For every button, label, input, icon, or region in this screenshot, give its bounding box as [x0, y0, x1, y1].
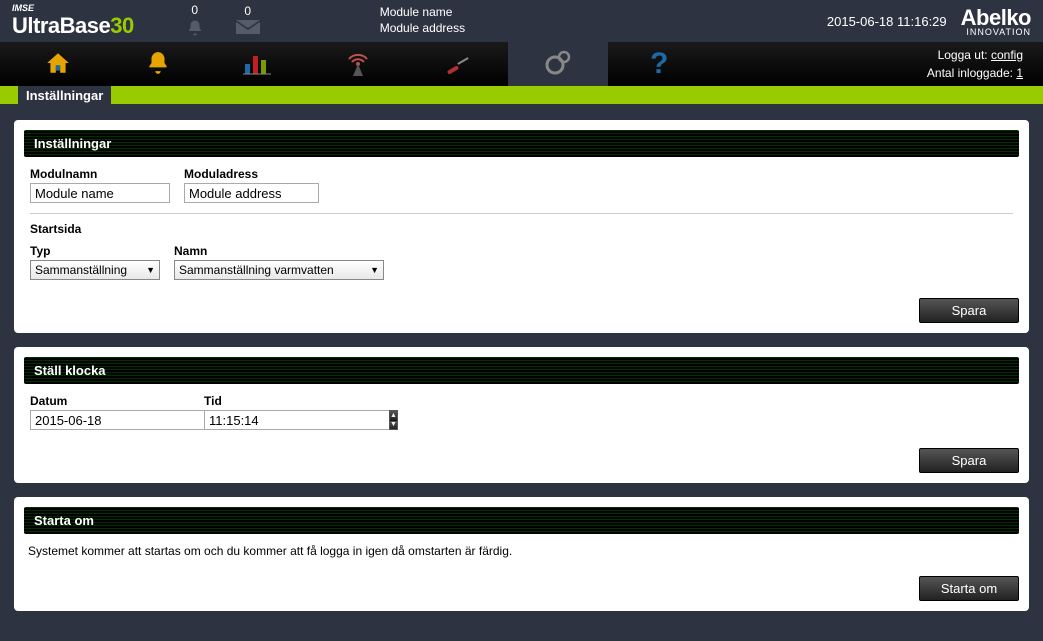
select-namn[interactable]: Sammanställning varmvatten ▼ — [174, 260, 384, 280]
counters: 0 0 — [184, 3, 260, 40]
tid-stepper[interactable]: ▲ ▼ — [389, 410, 398, 430]
label-moduladress: Moduladress — [184, 167, 319, 181]
input-tid[interactable] — [204, 410, 389, 430]
nav-charts[interactable] — [208, 42, 308, 86]
panel-clock: Ställ klocka Datum ▲ ▼ Tid — [14, 347, 1029, 483]
logo-ultra: UltraBase30 — [12, 13, 134, 39]
panel-restart-header: Starta om — [24, 507, 1019, 534]
user-info: Logga ut: config Antal inloggade: 1 — [927, 46, 1043, 82]
module-info: Module name Module address — [380, 5, 465, 36]
logged-in-count[interactable]: 1 — [1016, 66, 1023, 80]
chevron-up-icon[interactable]: ▲ — [390, 411, 397, 421]
nav-network[interactable] — [308, 42, 408, 86]
input-moduladress[interactable] — [184, 183, 319, 203]
nav-home[interactable] — [8, 42, 108, 86]
select-typ-value: Sammanställning — [35, 263, 127, 277]
nav-alerts[interactable] — [108, 42, 208, 86]
counter-alerts-value: 0 — [191, 3, 198, 17]
page-title: Inställningar — [18, 86, 111, 104]
label-startsida: Startsida — [30, 222, 81, 236]
nav-settings[interactable] — [508, 42, 608, 86]
brand-sub: INNOVATION — [961, 27, 1031, 37]
logged-in-label: Antal inloggade: — [927, 66, 1013, 80]
panel-clock-header: Ställ klocka — [24, 357, 1019, 384]
panel-settings: Inställningar Modulnamn Moduladress Star… — [14, 120, 1029, 333]
nav-bar: ? Logga ut: config Antal inloggade: 1 — [0, 42, 1043, 86]
logout-label: Logga ut: — [938, 48, 988, 62]
screwdriver-icon — [443, 50, 473, 79]
brand: Abelko INNOVATION — [961, 5, 1031, 37]
svg-text:?: ? — [650, 48, 668, 78]
panel-restart: Starta om Systemet kommer att startas om… — [14, 497, 1029, 611]
content: Inställningar Modulnamn Moduladress Star… — [0, 104, 1043, 641]
module-name: Module name — [380, 5, 465, 21]
logout-link[interactable]: config — [991, 48, 1023, 62]
counter-mail-value: 0 — [244, 4, 251, 18]
breadcrumb-strip: Inställningar — [0, 86, 1043, 104]
restart-text: Systemet kommer att startas om och du ko… — [24, 534, 1019, 572]
home-icon — [44, 50, 72, 79]
input-datum[interactable] — [30, 410, 215, 430]
datetime: 2015-06-18 11:16:29 — [827, 14, 947, 29]
bars-icon — [243, 50, 273, 79]
save-button[interactable]: Spara — [919, 298, 1019, 323]
nav-tools[interactable] — [408, 42, 508, 86]
chevron-down-icon[interactable]: ▼ — [390, 421, 397, 430]
select-typ[interactable]: Sammanställning ▼ — [30, 260, 160, 280]
bell-icon — [144, 50, 172, 79]
label-namn: Namn — [174, 244, 384, 258]
label-typ: Typ — [30, 244, 160, 258]
help-icon: ? — [647, 48, 669, 81]
logo-imse: IMSE — [12, 3, 134, 13]
select-namn-value: Sammanställning varmvatten — [179, 263, 334, 277]
bell-icon — [184, 19, 206, 40]
label-tid: Tid — [204, 394, 364, 408]
logo: IMSE UltraBase30 — [12, 3, 134, 39]
chevron-down-icon: ▼ — [146, 265, 155, 275]
save-button[interactable]: Spara — [919, 448, 1019, 473]
antenna-icon — [343, 49, 373, 80]
chevron-down-icon: ▼ — [370, 265, 379, 275]
nav-help[interactable]: ? — [608, 42, 708, 86]
input-modulname[interactable] — [30, 183, 170, 203]
top-bar: IMSE UltraBase30 0 0 Module name Module … — [0, 0, 1043, 42]
mail-icon — [236, 20, 260, 39]
module-address: Module address — [380, 21, 465, 37]
counter-alerts[interactable]: 0 — [184, 3, 206, 40]
gear-icon — [543, 49, 573, 80]
label-datum: Datum — [30, 394, 190, 408]
label-modulname: Modulnamn — [30, 167, 170, 181]
panel-settings-header: Inställningar — [24, 130, 1019, 157]
counter-mail[interactable]: 0 — [236, 4, 260, 39]
restart-button[interactable]: Starta om — [919, 576, 1019, 601]
